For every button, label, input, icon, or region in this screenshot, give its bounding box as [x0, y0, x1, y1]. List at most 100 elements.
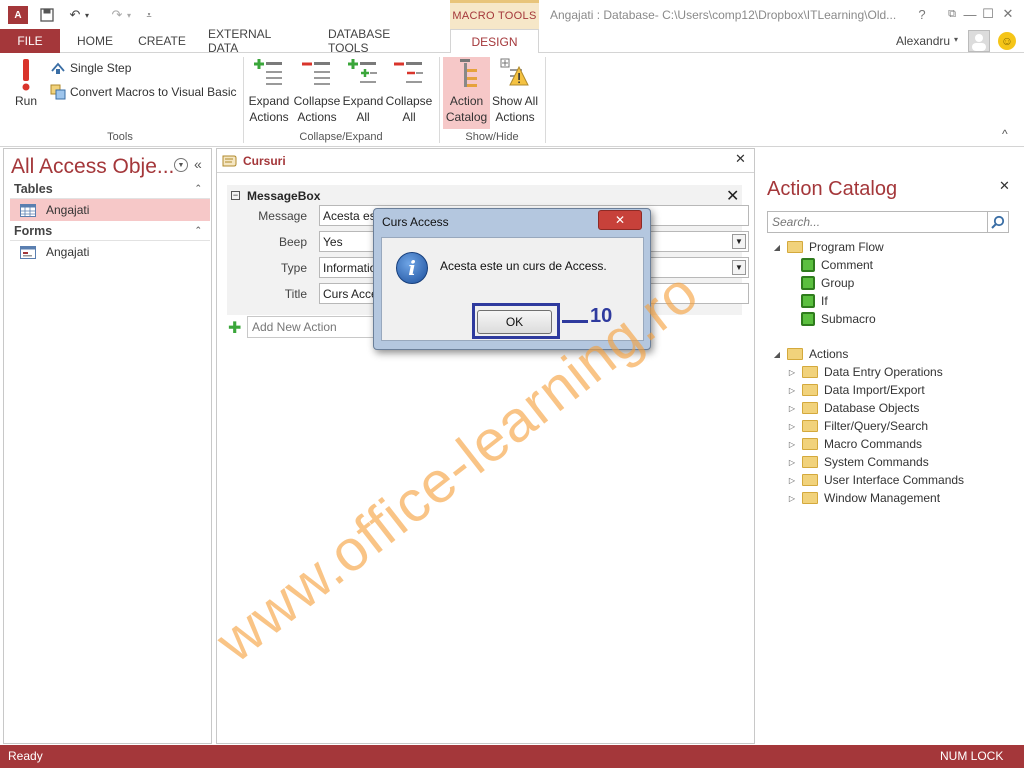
collapsed-triangle-icon[interactable]: ▷: [788, 368, 796, 377]
expand-actions-button[interactable]: Expand Actions: [248, 57, 290, 127]
beep-value: Yes: [323, 235, 343, 249]
tab-create[interactable]: CREATE: [138, 29, 186, 53]
tree-label: If: [821, 294, 828, 308]
tab-design[interactable]: DESIGN: [450, 29, 539, 54]
folder-icon: [802, 474, 818, 486]
folder-icon: [802, 492, 818, 504]
tree-label: Data Entry Operations: [824, 365, 943, 379]
collapse-ribbon-icon[interactable]: ^: [1002, 127, 1008, 141]
run-button[interactable]: Run: [10, 57, 42, 127]
action-catalog-icon: [452, 57, 482, 89]
collapse-expand-group-label: Collapse/Expand: [299, 131, 383, 143]
collapsed-triangle-icon[interactable]: ▷: [788, 422, 796, 431]
collapse-actions-label-1: Collapse: [293, 94, 341, 108]
redo-dropdown-icon[interactable]: ▾: [124, 6, 134, 24]
tree-item-if[interactable]: If: [801, 292, 828, 310]
close-document-icon[interactable]: ✕: [735, 151, 746, 167]
shutter-bar-close-icon[interactable]: «: [194, 156, 202, 172]
navigation-pane: All Access Obje... ▼ « Tables ⌃ Angajati…: [3, 148, 212, 744]
expand-all-label-1: Expand: [342, 94, 384, 108]
form-icon: [20, 245, 36, 259]
nav-section-tables[interactable]: Tables ⌃: [10, 179, 210, 199]
collapsed-triangle-icon[interactable]: ▷: [788, 404, 796, 413]
document-tab-cursuri[interactable]: Cursuri: [221, 151, 286, 171]
help-button[interactable]: ?: [912, 5, 932, 23]
delete-action-icon[interactable]: ✕: [726, 186, 739, 206]
show-all-actions-label-1: Show All: [491, 94, 539, 108]
expand-actions-label-1: Expand: [248, 94, 290, 108]
nav-pane-title[interactable]: All Access Obje...: [11, 155, 174, 179]
minimize-button[interactable]: —: [960, 5, 980, 23]
tree-item-comment[interactable]: Comment: [801, 256, 873, 274]
nav-menu-dropdown-icon[interactable]: ▼: [174, 158, 188, 172]
tree-actions[interactable]: ◢ Actions: [773, 345, 848, 363]
tree-folder-window-management[interactable]: ▷ Window Management: [788, 489, 940, 507]
tree-label: User Interface Commands: [824, 473, 965, 487]
undo-dropdown-icon[interactable]: ▾: [82, 6, 92, 24]
feedback-smiley-icon[interactable]: ☺: [998, 32, 1016, 50]
user-dropdown-icon[interactable]: ▾: [954, 35, 958, 44]
collapsed-triangle-icon[interactable]: ▷: [788, 476, 796, 485]
ribbon-display-options-button[interactable]: ⧉: [942, 5, 962, 23]
collapsed-triangle-icon[interactable]: ▷: [788, 458, 796, 467]
tab-file[interactable]: FILE: [0, 29, 60, 53]
arg-label-title: Title: [284, 287, 307, 301]
catalog-search-input[interactable]: Search...: [767, 211, 1009, 233]
nav-section-forms-label: Forms: [14, 223, 53, 238]
collapse-action-icon[interactable]: −: [231, 191, 240, 200]
action-catalog-label-2: Catalog: [445, 110, 488, 124]
collapsed-triangle-icon[interactable]: ▷: [788, 386, 796, 395]
tree-item-submacro[interactable]: Submacro: [801, 310, 876, 328]
save-icon[interactable]: [38, 6, 56, 24]
access-logo-icon[interactable]: A: [8, 6, 28, 24]
tree-label: Submacro: [821, 312, 876, 326]
convert-macros-button[interactable]: Convert Macros to Visual Basic: [50, 84, 237, 100]
tree-label: Actions: [809, 347, 849, 361]
close-window-button[interactable]: ✕: [998, 5, 1018, 23]
action-catalog-button[interactable]: Action Catalog: [443, 57, 490, 129]
collapse-all-icon: [394, 57, 424, 89]
single-step-button[interactable]: Single Step: [50, 61, 131, 75]
avatar[interactable]: [968, 30, 990, 52]
user-name[interactable]: Alexandru: [896, 34, 950, 48]
close-catalog-icon[interactable]: ✕: [999, 178, 1010, 194]
tree-folder-data-import[interactable]: ▷ Data Import/Export: [788, 381, 925, 399]
status-bar: Ready NUM LOCK: [0, 745, 1024, 768]
maximize-button[interactable]: ☐: [978, 5, 998, 23]
nav-item-table-angajati[interactable]: Angajati: [10, 199, 210, 221]
tree-label: Comment: [821, 258, 874, 272]
tree-folder-data-entry[interactable]: ▷ Data Entry Operations: [788, 363, 943, 381]
action-catalog-pane: ✕ Action Catalog Search... ◢ Program Flo…: [756, 148, 1021, 744]
single-step-label: Single Step: [70, 61, 132, 75]
show-all-actions-button[interactable]: Show All Actions: [491, 57, 539, 127]
customize-qat-icon[interactable]: ⩡: [142, 6, 156, 24]
tree-folder-database-objects[interactable]: ▷ Database Objects: [788, 399, 919, 417]
collapse-section-icon[interactable]: ⌃: [194, 183, 202, 194]
title-bar: A ↶ ▾ ↷ ▾ ⩡ MACRO TOOLS Angajati : Datab…: [0, 0, 1024, 29]
collapse-all-button[interactable]: Collapse All: [386, 57, 432, 127]
tab-home[interactable]: HOME: [74, 29, 116, 53]
folder-icon: [802, 456, 818, 468]
expanded-triangle-icon[interactable]: ◢: [773, 350, 781, 359]
tab-external-data[interactable]: EXTERNAL DATA: [208, 27, 304, 55]
arg-label-beep: Beep: [278, 235, 307, 249]
arg-label-type: Type: [280, 261, 307, 275]
nav-item-form-angajati[interactable]: Angajati: [10, 241, 210, 263]
search-icon[interactable]: [987, 212, 1008, 232]
nav-section-forms[interactable]: Forms ⌃: [10, 221, 210, 241]
tree-folder-system-commands[interactable]: ▷ System Commands: [788, 453, 929, 471]
collapse-section-icon[interactable]: ⌃: [194, 225, 202, 236]
tree-folder-macro-commands[interactable]: ▷ Macro Commands: [788, 435, 922, 453]
expand-all-button[interactable]: Expand All: [342, 57, 384, 127]
show-all-actions-icon: [500, 57, 530, 89]
collapsed-triangle-icon[interactable]: ▷: [788, 440, 796, 449]
tree-folder-ui-commands[interactable]: ▷ User Interface Commands: [788, 471, 964, 489]
tree-label: Group: [821, 276, 855, 290]
dialog-close-button[interactable]: ✕: [598, 210, 642, 230]
tree-item-group[interactable]: Group: [801, 274, 854, 292]
collapsed-triangle-icon[interactable]: ▷: [788, 494, 796, 503]
tab-database-tools[interactable]: DATABASE TOOLS: [328, 27, 432, 55]
tree-label: Program Flow: [809, 240, 884, 254]
collapse-actions-button[interactable]: Collapse Actions: [292, 57, 342, 127]
tree-folder-filter-query[interactable]: ▷ Filter/Query/Search: [788, 417, 928, 435]
